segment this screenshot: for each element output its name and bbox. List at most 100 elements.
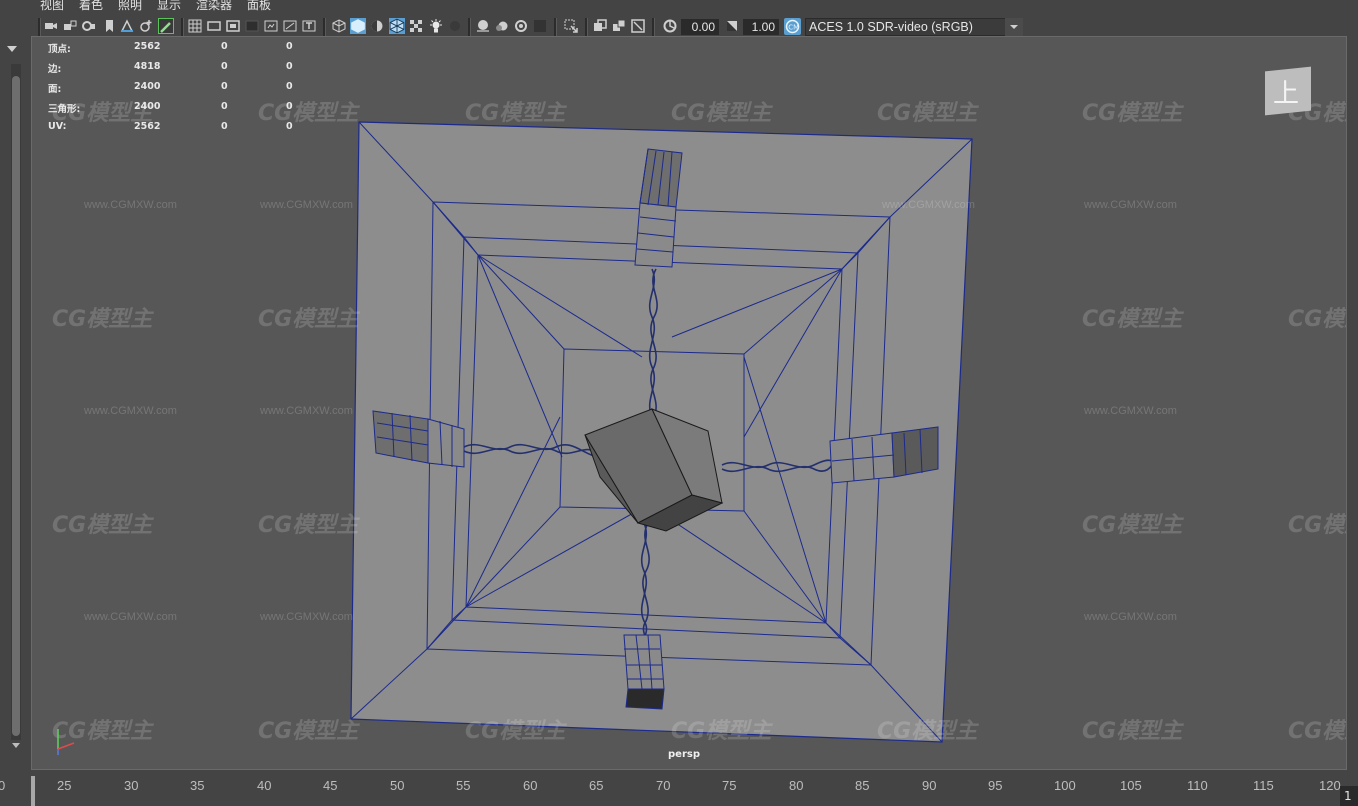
xray-joints-icon[interactable] — [612, 19, 626, 33]
exposure-field[interactable]: 0.00 — [681, 19, 719, 35]
watermark-url: www.CGMXW.com — [84, 199, 177, 211]
xray-icon[interactable] — [593, 19, 607, 33]
toolbar-separator — [38, 18, 41, 36]
watermark-logo: CG模型主 — [465, 101, 566, 126]
time-tick: 115 — [1253, 778, 1274, 793]
watermark-logo: CG模型主 — [1082, 513, 1183, 538]
time-cursor[interactable] — [31, 776, 35, 806]
watermark-url: www.CGMXW.com — [882, 199, 975, 211]
watermark-url: www.CGMXW.com — [84, 405, 177, 417]
menu-renderer[interactable]: 渲染器 — [196, 0, 232, 12]
menu-show[interactable]: 显示 — [157, 0, 181, 12]
axis-gizmo — [57, 729, 75, 755]
menu-shading[interactable]: 着色 — [79, 0, 103, 12]
menu-lighting[interactable]: 照明 — [118, 0, 142, 12]
scene-canvas[interactable] — [32, 37, 1347, 770]
pivot-icon[interactable] — [139, 19, 153, 33]
camera-lock-icon[interactable] — [63, 19, 77, 33]
watermark-logo: CG模型主 — [258, 719, 359, 744]
time-tick: 0 — [0, 778, 6, 793]
time-tick: 110 — [1187, 778, 1208, 793]
camera-name-label: persp — [668, 749, 700, 760]
view-cube[interactable]: 上 — [1265, 65, 1313, 123]
time-tick: 95 — [988, 778, 1003, 793]
watermark-logo: CG模型主 — [52, 513, 153, 538]
watermark-logo: CG模型主 — [258, 101, 359, 126]
scrollbar-thumb[interactable] — [12, 76, 20, 736]
time-tick: 90 — [922, 778, 937, 793]
watermark-logo: CG模型主 — [877, 101, 978, 126]
viewport-panel[interactable]: 顶点: 2562 0 0 边: 4818 0 0 面: 2400 0 0 三角形… — [31, 36, 1347, 770]
toolbar-separator — [323, 18, 326, 36]
watermark-url: www.CGMXW.com — [84, 611, 177, 623]
watermark-logo: CG模型主 — [1288, 719, 1346, 744]
toolbar-separator — [554, 18, 557, 36]
watermark-url: www.CGMXW.com — [1084, 611, 1177, 623]
smooth-shade-icon[interactable] — [350, 18, 366, 34]
textured-icon[interactable] — [409, 19, 423, 33]
time-tick: 40 — [257, 778, 272, 793]
time-tick: 35 — [190, 778, 205, 793]
time-tick: 105 — [1120, 778, 1142, 793]
film-gate-icon[interactable] — [207, 19, 221, 33]
watermark-url: www.CGMXW.com — [1084, 405, 1177, 417]
wireframe-on-shaded-icon[interactable] — [389, 18, 405, 34]
watermark-logo: CG模型主 — [1082, 307, 1183, 332]
chevron-down-icon[interactable] — [1005, 18, 1023, 36]
menu-bar: 视图 着色 照明 显示 渲染器 面板 — [0, 0, 1358, 14]
grease-pencil-icon[interactable] — [158, 18, 174, 34]
toolbar-separator — [468, 18, 471, 36]
time-slider[interactable]: 0 25 30 35 40 45 50 55 60 65 70 75 80 85… — [0, 776, 1358, 806]
time-tick: 55 — [456, 778, 471, 793]
watermark-logo: CG模型主 — [258, 307, 359, 332]
watermark-logo: CG模型主 — [465, 719, 566, 744]
camera-icon[interactable] — [44, 19, 58, 33]
default-material-icon[interactable] — [370, 19, 384, 33]
current-frame-field[interactable]: 1 — [1340, 786, 1358, 806]
shadows-icon[interactable] — [448, 19, 462, 33]
watermark-logo: CG模型主 — [671, 719, 772, 744]
time-tick: 120 — [1319, 778, 1341, 793]
screen-space-ao-icon[interactable] — [476, 19, 490, 33]
time-tick: 60 — [523, 778, 538, 793]
use-all-lights-icon[interactable] — [429, 19, 443, 33]
time-tick: 25 — [57, 778, 72, 793]
xray-active-icon[interactable] — [631, 19, 645, 33]
motion-blur-icon[interactable] — [495, 19, 509, 33]
wireframe-icon[interactable] — [332, 19, 346, 33]
scroll-down-icon[interactable] — [11, 740, 21, 750]
watermark-logo: CG模型主 — [52, 307, 153, 332]
color-management-icon[interactable]: CM — [784, 18, 801, 35]
collapse-arrow-icon[interactable] — [5, 44, 19, 54]
isolate-select-icon[interactable] — [564, 19, 578, 33]
time-tick: 65 — [589, 778, 604, 793]
menu-panels[interactable]: 面板 — [247, 0, 271, 12]
field-chart-icon[interactable] — [264, 19, 278, 33]
time-tick: 45 — [323, 778, 338, 793]
watermark-url: www.CGMXW.com — [1084, 199, 1177, 211]
color-space-dropdown[interactable]: ACES 1.0 SDR-video (sRGB) — [805, 18, 1023, 36]
watermark-logo: CG模型主 — [1082, 719, 1183, 744]
gamma-field[interactable]: 1.00 — [743, 19, 779, 35]
watermark-url: www.CGMXW.com — [260, 611, 353, 623]
watermark-logo: CG模型主 — [1288, 307, 1346, 332]
anti-alias-icon[interactable] — [514, 19, 528, 33]
safe-title-icon[interactable] — [302, 19, 316, 33]
watermark-logo: CG模型主 — [1288, 513, 1346, 538]
svg-text:CM: CM — [788, 24, 799, 32]
time-tick: 100 — [1054, 778, 1076, 793]
gamma-icon[interactable] — [725, 19, 739, 33]
exposure-icon[interactable] — [663, 19, 677, 33]
time-tick: 70 — [656, 778, 671, 793]
grid-icon[interactable] — [188, 19, 202, 33]
safe-action-icon[interactable] — [283, 19, 297, 33]
depth-of-field-icon[interactable] — [533, 19, 547, 33]
gate-mask-icon[interactable] — [245, 19, 259, 33]
resolution-gate-icon[interactable] — [226, 19, 240, 33]
watermark-logo: CG模型主 — [52, 101, 153, 126]
image-plane-icon[interactable] — [120, 19, 134, 33]
bookmark-icon[interactable] — [102, 19, 116, 33]
end-block-bottom — [623, 634, 665, 710]
menu-view[interactable]: 视图 — [40, 0, 64, 12]
camera-attr-icon[interactable] — [82, 19, 96, 33]
